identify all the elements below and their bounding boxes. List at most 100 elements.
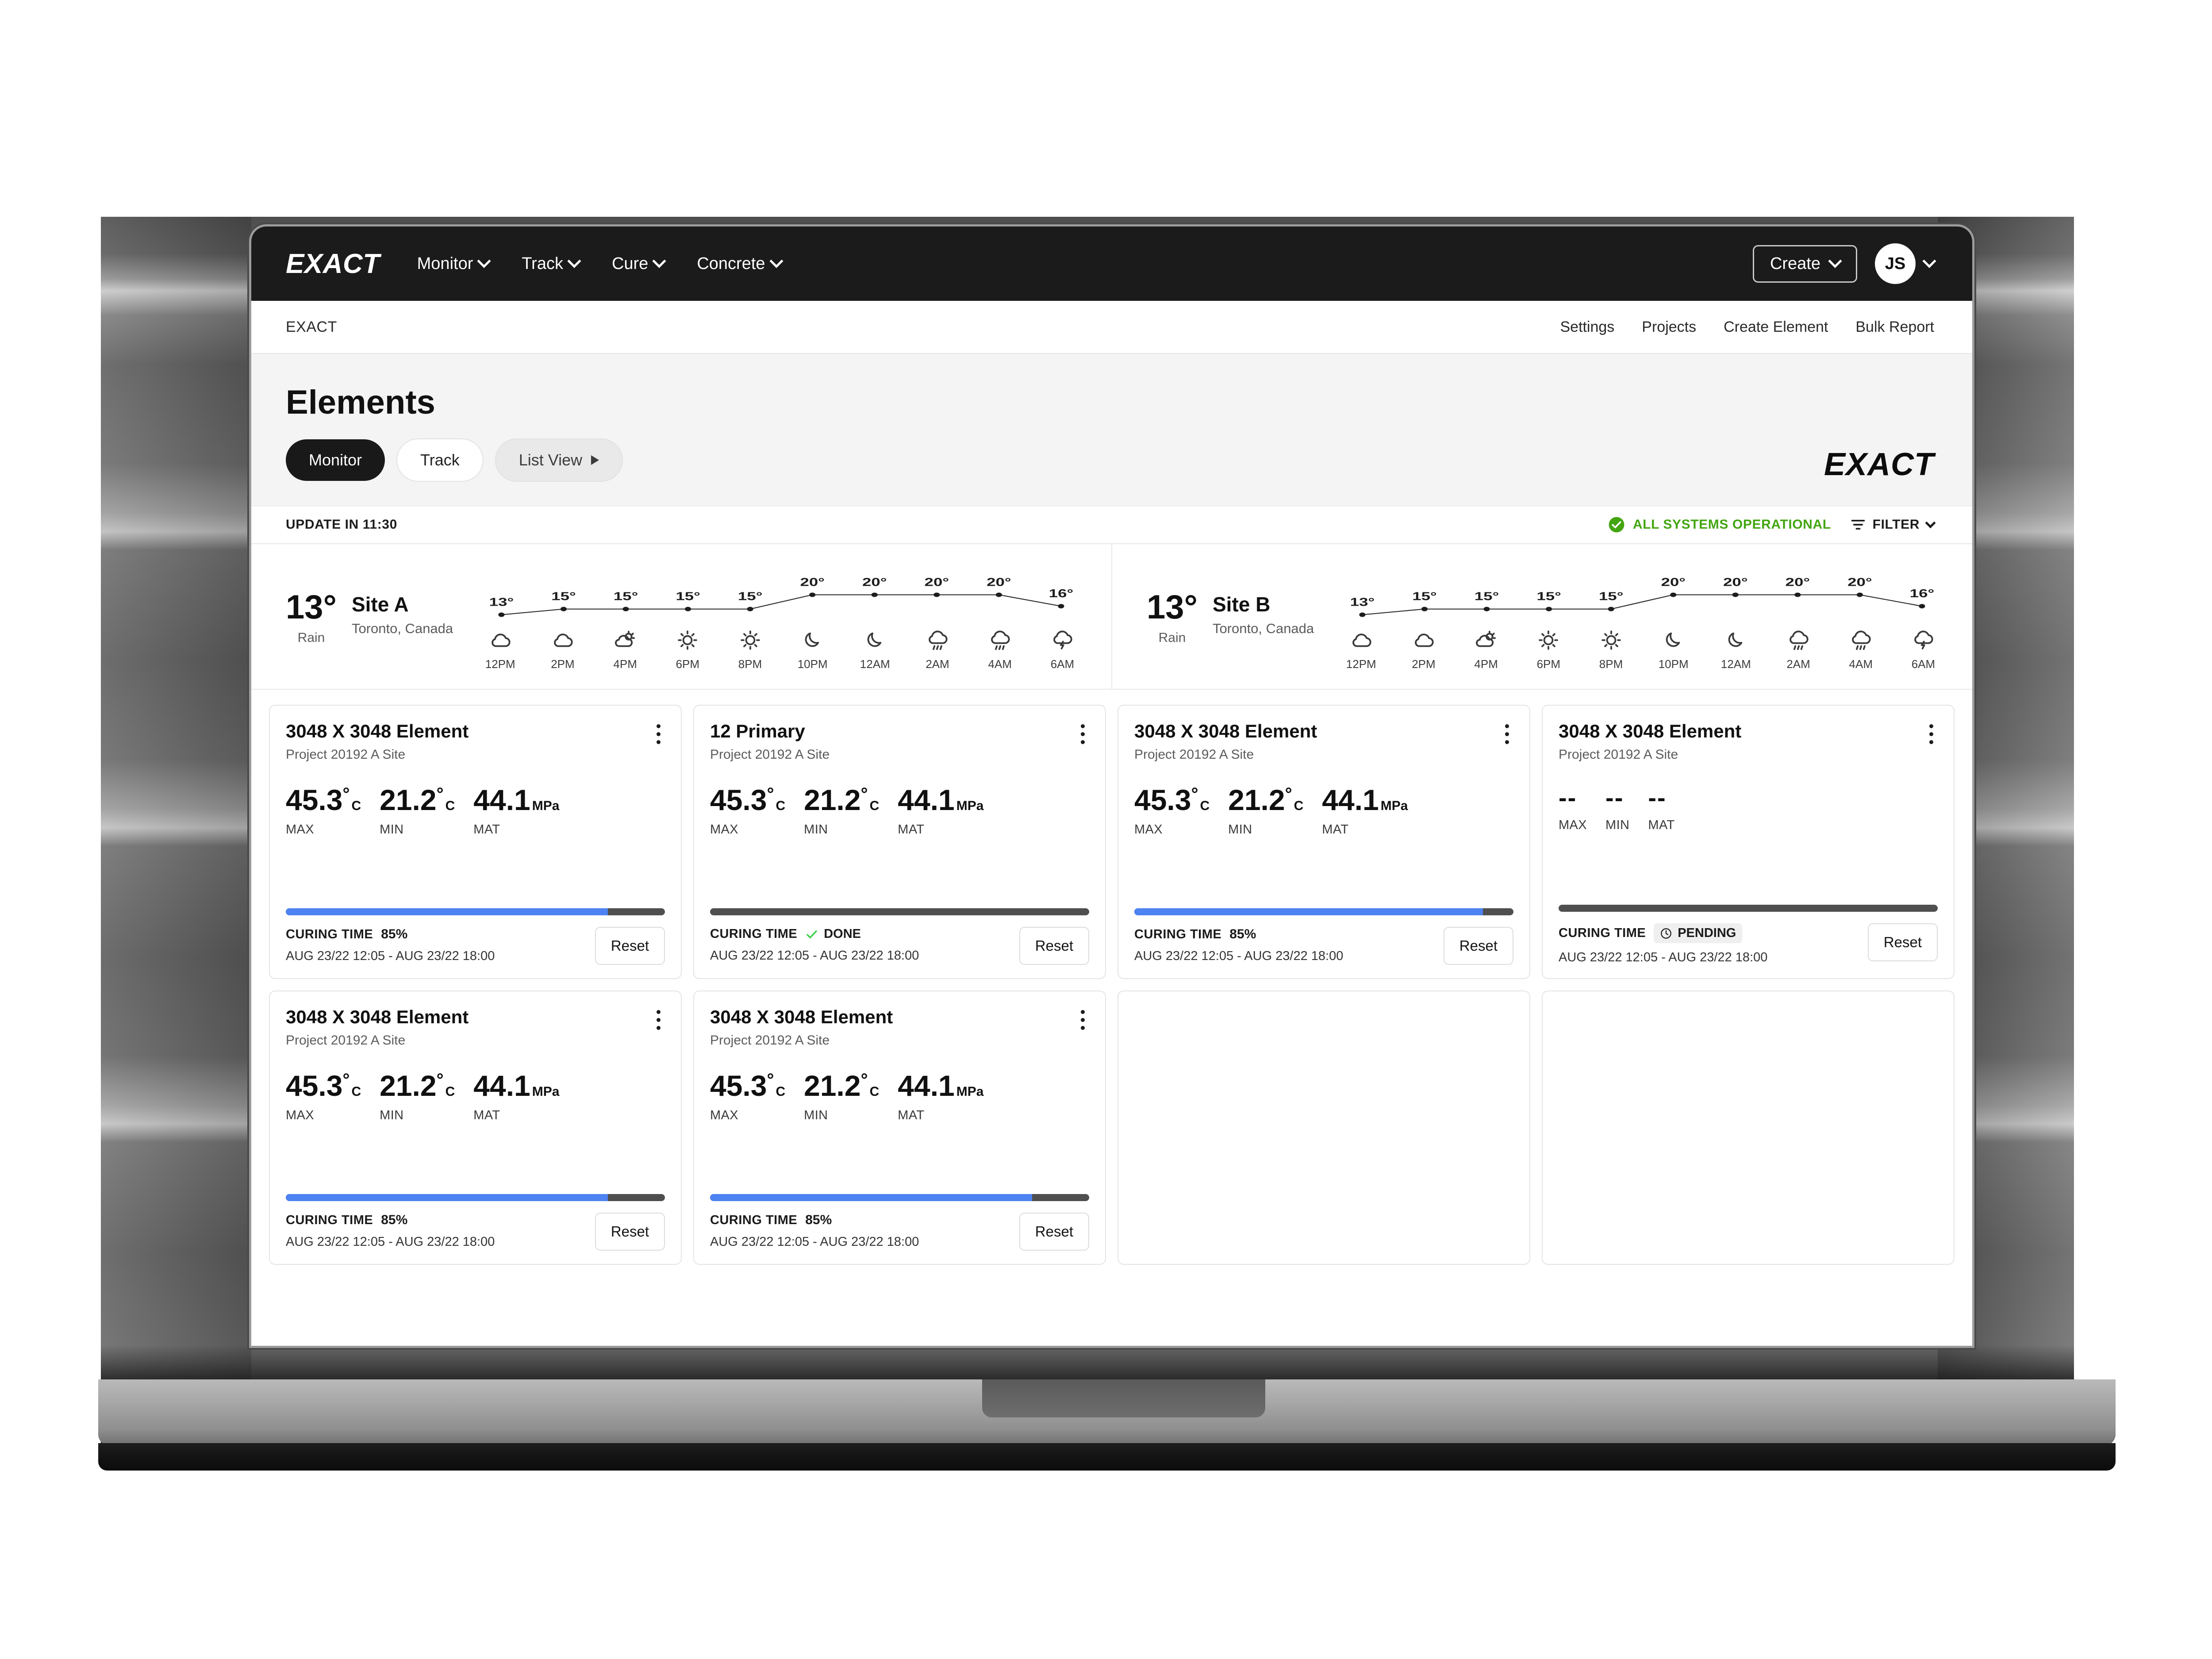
- element-card[interactable]: 12 Primary Project 20192 A Site 45.3°C M…: [693, 705, 1106, 979]
- degree-icon: °: [767, 1070, 774, 1090]
- chevron-down-icon: [1922, 254, 1936, 268]
- weather-panel-site-a: 13° Rain Site A Toronto, Canada 13° 15° 15…: [251, 544, 1111, 689]
- max-value: 45.3°C: [710, 1069, 786, 1102]
- forecast-time: 12PM: [1346, 657, 1376, 671]
- more-options-icon[interactable]: [652, 1006, 665, 1033]
- element-card[interactable]: 3048 X 3048 Element Project 20192 A Site…: [269, 705, 682, 979]
- user-menu[interactable]: JS: [1875, 243, 1936, 284]
- curing-info: CURING TIME DONE AUG 23/22 12:05 - AUG 2…: [710, 927, 1011, 963]
- tab-monitor[interactable]: Monitor: [286, 439, 385, 481]
- more-options-icon[interactable]: [1076, 1006, 1089, 1033]
- update-timer: UPDATE IN 11:30: [286, 517, 397, 532]
- element-card[interactable]: 3048 X 3048 Element Project 20192 A Site…: [1118, 705, 1530, 979]
- filter-button[interactable]: FILTER: [1851, 517, 1936, 532]
- element-subtitle: Project 20192 A Site: [710, 1033, 830, 1048]
- more-options-icon[interactable]: [1076, 721, 1089, 748]
- element-metrics: 45.3°C MAX 21.2°C MIN 44.1 MPa MAT: [286, 785, 665, 837]
- reset-button[interactable]: Reset: [595, 1213, 665, 1251]
- mat-value: 44.1 MPa: [473, 783, 560, 817]
- forecast-cell: 8PM: [719, 628, 781, 671]
- forecast-cell: 2PM: [1392, 628, 1455, 671]
- reset-button[interactable]: Reset: [1867, 923, 1938, 961]
- max-label: MAX: [286, 822, 315, 837]
- subnav-item-settings[interactable]: Settings: [1560, 319, 1614, 336]
- sun-icon: [1539, 630, 1559, 650]
- min-unit: C: [869, 799, 879, 814]
- svg-text:20°: 20°: [1847, 576, 1872, 588]
- element-card[interactable]: 3048 X 3048 Element Project 20192 A Site…: [693, 991, 1106, 1265]
- svg-text:15°: 15°: [1412, 590, 1437, 603]
- tab-track[interactable]: Track: [396, 438, 484, 482]
- curing-status-row: CURING TIME 85%: [710, 1213, 1011, 1228]
- cloud-icon: [1352, 634, 1371, 647]
- page-header: Elements Monitor Track List View EXACT: [251, 354, 1972, 506]
- nav-item-track[interactable]: Track: [522, 254, 581, 273]
- element-subtitle: Project 20192 A Site: [286, 1033, 406, 1048]
- metric-mat: 44.1 MPa MAT: [473, 785, 559, 837]
- element-title: 12 Primary: [710, 721, 805, 741]
- svg-text:15°: 15°: [1475, 590, 1499, 603]
- curing-date-range: AUG 23/22 12:05 - AUG 23/22 18:00: [1559, 950, 1768, 964]
- weather-row: 13° Rain Site A Toronto, Canada 13° 15° 15…: [251, 544, 1972, 690]
- metric-max: 45.3°C MAX: [710, 785, 785, 837]
- subnav-item-create-element[interactable]: Create Element: [1724, 319, 1828, 336]
- reset-button[interactable]: Reset: [595, 927, 665, 965]
- more-options-icon[interactable]: [1501, 721, 1513, 748]
- curing-time-label: CURING TIME: [710, 927, 798, 941]
- reset-button[interactable]: Reset: [1019, 1213, 1089, 1251]
- element-card-footer: CURING TIME 85% AUG 23/22 12:05 - AUG 23…: [286, 927, 665, 965]
- mat-unit: MPa: [956, 1084, 984, 1099]
- curing-info: CURING TIME 85% AUG 23/22 12:05 - AUG 23…: [286, 1213, 587, 1249]
- forecast-cell: 2PM: [531, 628, 594, 671]
- more-options-icon[interactable]: [652, 721, 665, 748]
- reset-button[interactable]: Reset: [1443, 927, 1513, 965]
- app-logo[interactable]: EXACT: [286, 248, 380, 280]
- nav-item-monitor[interactable]: Monitor: [417, 254, 491, 273]
- svg-text:20°: 20°: [800, 576, 825, 588]
- mat-unit: MPa: [532, 1084, 560, 1099]
- temperature-line-chart: 13° 15° 15° 15° 15° 20° 20° 20° 20° 16°: [1350, 576, 1934, 617]
- top-navigation-bar: EXACT Monitor Track Cure Concrete Create: [251, 227, 1972, 301]
- cloud-icon: [491, 634, 511, 647]
- status-badge-done-label: DONE: [824, 927, 861, 941]
- create-button-label: Create: [1770, 254, 1820, 273]
- sun-icon: [1601, 630, 1621, 650]
- element-subtitle: Project 20192 A Site: [710, 747, 830, 762]
- curing-percent: 85%: [805, 1213, 832, 1227]
- degree-icon: °: [860, 784, 868, 804]
- element-card-header: 3048 X 3048 Element Project 20192 A Site: [286, 721, 665, 762]
- forecast-cell: 12AM: [1705, 628, 1767, 671]
- curing-progress-fill: [286, 908, 608, 915]
- nav-item-cure[interactable]: Cure: [612, 254, 666, 273]
- create-button[interactable]: Create: [1752, 245, 1857, 283]
- curing-time-label: CURING TIME: [286, 1213, 373, 1227]
- curing-status-row: CURING TIME 85%: [286, 927, 587, 942]
- element-metrics: -- MAX -- MIN -- MAT: [1559, 785, 1938, 833]
- subnav-item-bulk-report[interactable]: Bulk Report: [1855, 319, 1934, 336]
- max-label: MAX: [710, 1108, 739, 1123]
- element-card-titles: 12 Primary Project 20192 A Site: [710, 721, 830, 762]
- degree-icon: °: [1191, 784, 1198, 804]
- more-options-icon[interactable]: [1925, 721, 1938, 748]
- element-card[interactable]: 3048 X 3048 Element Project 20192 A Site…: [269, 991, 682, 1265]
- degree-icon: °: [342, 784, 350, 804]
- reset-button[interactable]: Reset: [1019, 927, 1089, 965]
- degree-icon: °: [1285, 784, 1292, 804]
- subnav-item-projects[interactable]: Projects: [1642, 319, 1696, 336]
- forecast-chart-site-b: 13° 15° 15° 15° 15° 20° 20° 20° 20° 16° 12PM 2PM …: [1330, 565, 1955, 671]
- metric-mat: 44.1 MPa MAT: [1322, 785, 1408, 837]
- curing-time-label: CURING TIME: [1134, 927, 1222, 941]
- min-unit: C: [445, 1084, 455, 1099]
- element-card[interactable]: 3048 X 3048 Element Project 20192 A Site…: [1542, 705, 1955, 979]
- max-unit: C: [1200, 799, 1210, 814]
- element-card-footer: CURING TIME 85% AUG 23/22 12:05 - AUG 23…: [1134, 927, 1513, 965]
- nav-item-concrete[interactable]: Concrete: [697, 254, 783, 273]
- tab-list-view[interactable]: List View: [495, 438, 623, 482]
- element-card-header: 12 Primary Project 20192 A Site: [710, 721, 1089, 762]
- rain-cloud-icon: [1852, 630, 1871, 650]
- forecast-time: 2AM: [1786, 657, 1810, 671]
- element-title: 3048 X 3048 Element: [286, 721, 469, 741]
- max-label: MAX: [286, 1108, 315, 1123]
- metric-min: 21.2°C MIN: [804, 785, 879, 837]
- element-card-footer: CURING TIME 85% AUG 23/22 12:05 - AUG 23…: [286, 1213, 665, 1251]
